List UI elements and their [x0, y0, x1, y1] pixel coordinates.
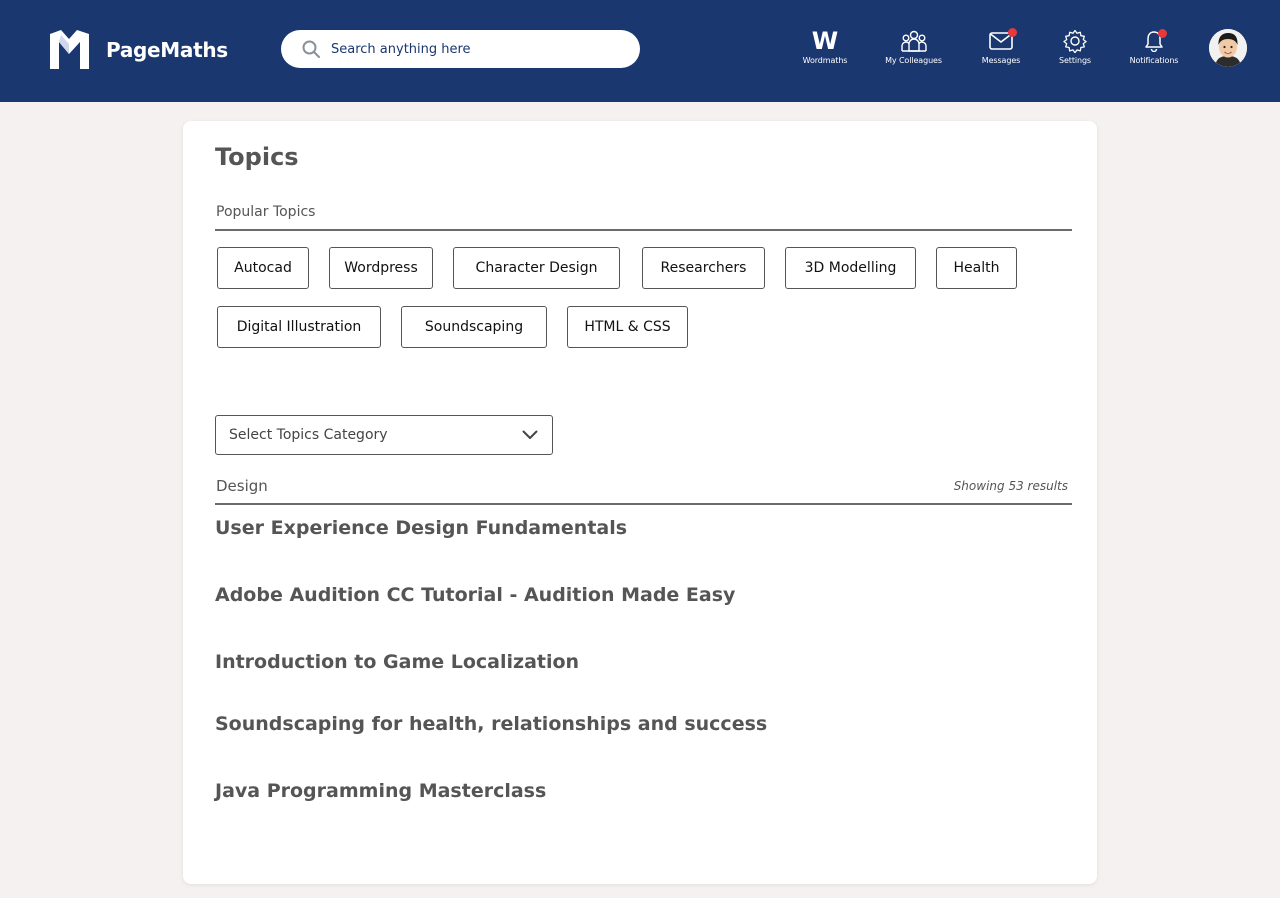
- popular-topics-divider: [215, 229, 1072, 231]
- course-link[interactable]: Introduction to Game Localization: [215, 651, 579, 673]
- category-divider: [215, 503, 1072, 505]
- topic-chip-3d-modelling[interactable]: 3D Modelling: [785, 247, 916, 289]
- nav-label: Messages: [981, 56, 1021, 65]
- category-heading: Design: [216, 477, 268, 495]
- message-badge: [1008, 28, 1017, 37]
- nav-my-colleagues[interactable]: My Colleagues: [880, 28, 947, 65]
- nav-settings[interactable]: Settings: [1054, 28, 1096, 65]
- nav-wordmaths[interactable]: W Wordmaths: [796, 28, 854, 65]
- nav-label: Wordmaths: [802, 56, 848, 65]
- avatar-image: [1209, 29, 1247, 67]
- top-header: PageMaths W Wordmaths: [0, 0, 1280, 102]
- search-icon: [302, 40, 320, 58]
- topic-chip-soundscaping[interactable]: Soundscaping: [401, 306, 547, 348]
- course-link[interactable]: User Experience Design Fundamentals: [215, 517, 627, 539]
- nav-label: Settings: [1058, 56, 1091, 65]
- envelope-icon: [989, 28, 1017, 54]
- topic-chip-researchers[interactable]: Researchers: [642, 247, 765, 289]
- topic-chip-html-css[interactable]: HTML & CSS: [567, 306, 688, 348]
- w-letter: W: [811, 27, 839, 55]
- topic-chip-digital-illustration[interactable]: Digital Illustration: [217, 306, 381, 348]
- search-bar[interactable]: [281, 30, 640, 68]
- w-letter-icon: W: [812, 28, 838, 54]
- bell-icon: [1144, 28, 1167, 54]
- pagemaths-logo-icon: [50, 30, 89, 69]
- chevron-down-icon: [522, 430, 538, 440]
- course-link[interactable]: Soundscaping for health, relationships a…: [215, 713, 767, 735]
- topics-card: Topics Popular Topics Autocad Wordpress …: [183, 121, 1097, 884]
- course-link[interactable]: Java Programming Masterclass: [215, 780, 546, 802]
- course-link[interactable]: Adobe Audition CC Tutorial - Audition Ma…: [215, 584, 735, 606]
- select-value: Select Topics Category: [229, 427, 388, 443]
- topic-chip-wordpress[interactable]: Wordpress: [329, 247, 433, 289]
- page-title: Topics: [215, 143, 299, 171]
- popular-topics-label: Popular Topics: [216, 204, 316, 220]
- colleagues-icon: [900, 28, 927, 54]
- topics-category-select[interactable]: Select Topics Category: [215, 415, 553, 455]
- nav-label: My Colleagues: [885, 56, 942, 65]
- topic-chip-character-design[interactable]: Character Design: [453, 247, 620, 289]
- nav-notifications[interactable]: Notifications: [1125, 28, 1183, 65]
- brand-logo[interactable]: PageMaths: [50, 30, 228, 69]
- user-avatar[interactable]: [1209, 29, 1247, 67]
- topic-chip-autocad[interactable]: Autocad: [217, 247, 309, 289]
- nav-messages[interactable]: Messages: [976, 28, 1026, 65]
- topic-chip-health[interactable]: Health: [936, 247, 1017, 289]
- nav-label: Notifications: [1129, 56, 1179, 65]
- notification-badge: [1158, 29, 1167, 38]
- search-input[interactable]: [331, 41, 621, 57]
- brand-name: PageMaths: [106, 37, 228, 62]
- gear-icon: [1063, 28, 1087, 54]
- results-count: Showing 53 results: [953, 479, 1068, 493]
